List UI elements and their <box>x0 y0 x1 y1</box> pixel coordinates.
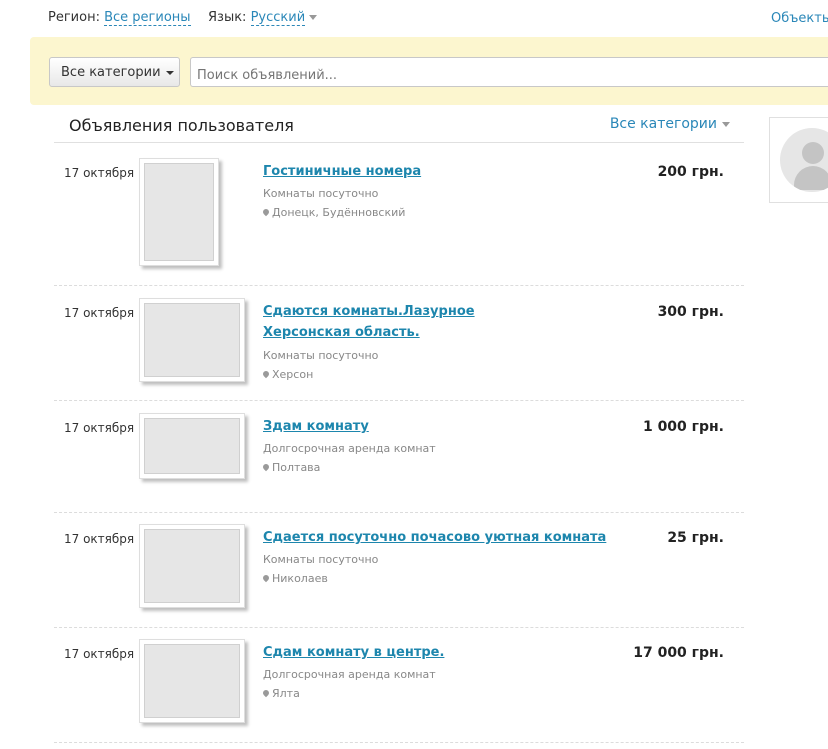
user-placeholder-icon <box>802 142 824 164</box>
listing-city: Херсон <box>272 368 314 381</box>
chevron-down-icon <box>165 70 174 75</box>
region-link[interactable]: Все регионы <box>104 10 191 26</box>
listing-title[interactable]: Сдаются комнаты.Лазурное Херсонская обла… <box>263 301 563 343</box>
listing-city: Донецк, Будённовский <box>272 206 406 219</box>
divider <box>54 512 744 513</box>
language-selector: Язык: Русский <box>208 10 318 26</box>
listing-city: Николаев <box>272 572 328 585</box>
listing-thumbnail[interactable] <box>139 413 245 479</box>
listing-category: Долгосрочная аренда комнат <box>263 442 436 455</box>
hotel-room-photo <box>144 163 214 261</box>
section-title: Объявления пользователя <box>69 116 294 135</box>
listing-city: Полтава <box>272 461 321 474</box>
listing-location: Николаев <box>263 572 328 585</box>
category-button-label: Все категории <box>61 65 161 80</box>
listing-title[interactable]: Сдам комнату в центре. <box>263 642 563 663</box>
divider <box>54 742 744 743</box>
category-filter-label[interactable]: Все категории <box>610 116 717 132</box>
category-dropdown-button[interactable]: Все категории <box>49 57 180 87</box>
room-tv-photo <box>144 644 240 718</box>
listing-date: 17 октября <box>64 166 135 180</box>
listing-location: Херсон <box>263 368 313 381</box>
listing-title[interactable]: Здам комнату <box>263 416 563 437</box>
category-filter[interactable]: Все категории <box>610 116 730 132</box>
chevron-down-icon <box>722 121 730 127</box>
list-item: 17 октября Здам комнату Долгосрочная аре… <box>54 413 744 513</box>
region-label: Регион: <box>48 10 100 25</box>
section-header: Объявления пользователя Все категории <box>54 112 744 143</box>
listing-date: 17 октября <box>64 306 135 320</box>
listing-date: 17 октября <box>64 532 135 546</box>
language-label: Язык: <box>208 10 247 25</box>
listing-price: 1 000 грн. <box>642 419 724 435</box>
list-item: 17 октября Сдается посуточно почасово ую… <box>54 524 744 628</box>
list-item: 17 октября Сдам комнату в центре. Долгос… <box>54 639 744 743</box>
listing-category: Долгосрочная аренда комнат <box>263 668 436 681</box>
top-bar: Регион: Все регионы Язык: Русский Объект… <box>0 0 828 36</box>
room-photo <box>144 418 240 474</box>
list-item: 17 октября Сдаются комнаты.Лазурное Херс… <box>54 298 744 401</box>
divider <box>54 400 744 401</box>
listing-city: Ялта <box>272 687 300 700</box>
location-pin-icon <box>263 209 269 217</box>
listing-thumbnail[interactable] <box>139 639 245 723</box>
listing-thumbnail[interactable] <box>139 524 245 608</box>
region-selector: Регион: Все регионы <box>48 10 191 26</box>
house-photo <box>144 303 240 377</box>
listing-price: 17 000 грн. <box>633 645 724 661</box>
listing-price: 25 грн. <box>667 530 724 546</box>
listing-title[interactable]: Гостиничные номера <box>263 161 563 182</box>
location-pin-icon <box>263 690 269 698</box>
chevron-down-icon[interactable] <box>309 15 318 20</box>
language-link[interactable]: Русский <box>250 10 306 26</box>
location-pin-icon <box>263 464 269 472</box>
divider <box>54 285 744 286</box>
listing-location: Донецк, Будённовский <box>263 206 405 219</box>
listing-title[interactable]: Сдается посуточно почасово уютная комнат… <box>263 527 623 548</box>
list-item: 17 октября Гостиничные номера Комнаты по… <box>54 158 744 286</box>
divider <box>54 627 744 628</box>
user-profile-card <box>769 117 828 203</box>
location-pin-icon <box>263 371 269 379</box>
avatar[interactable] <box>780 128 828 192</box>
listing-location: Ялта <box>263 687 300 700</box>
listing-category: Комнаты посуточно <box>263 187 379 200</box>
listing-thumbnail[interactable] <box>139 158 219 266</box>
listing-price: 200 грн. <box>657 164 724 180</box>
listing-date: 17 октября <box>64 647 135 661</box>
search-bar: Все категории <box>30 37 828 105</box>
bedroom-photo <box>144 529 240 603</box>
top-right-link[interactable]: Объекть <box>771 11 828 26</box>
listing-date: 17 октября <box>64 421 135 435</box>
search-input[interactable] <box>190 57 828 87</box>
listing-price: 300 грн. <box>657 304 724 320</box>
listing-location: Полтава <box>263 461 320 474</box>
location-pin-icon <box>263 575 269 583</box>
listing-thumbnail[interactable] <box>139 298 245 382</box>
listing-category: Комнаты посуточно <box>263 349 379 362</box>
listing-category: Комнаты посуточно <box>263 553 379 566</box>
